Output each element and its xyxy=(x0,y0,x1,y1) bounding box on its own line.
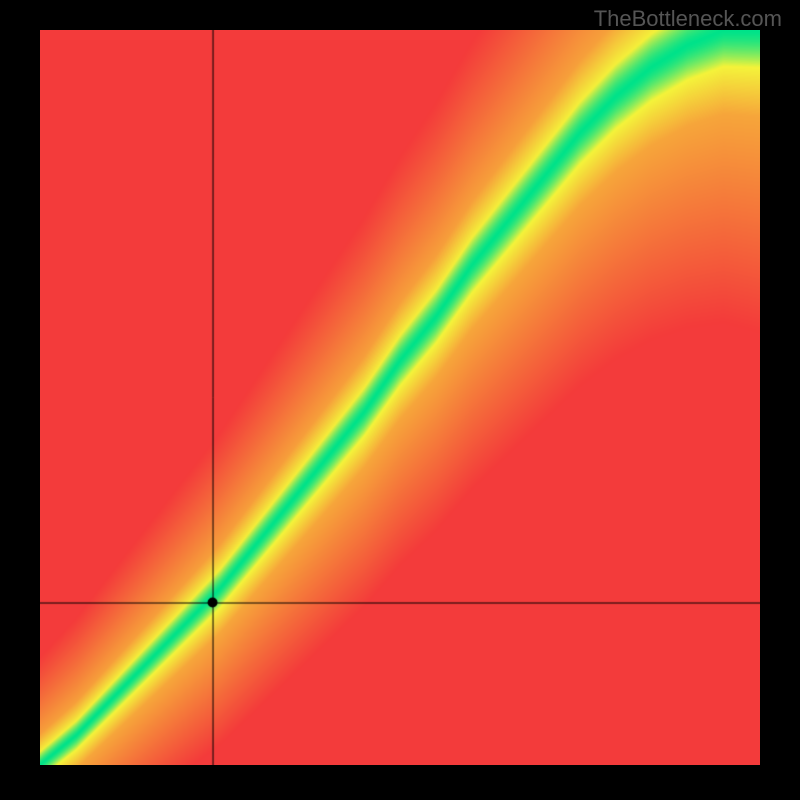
chart-container: TheBottleneck.com xyxy=(0,0,800,800)
watermark-text: TheBottleneck.com xyxy=(594,6,782,32)
heatmap-plot xyxy=(40,30,760,765)
heatmap-canvas xyxy=(40,30,760,765)
